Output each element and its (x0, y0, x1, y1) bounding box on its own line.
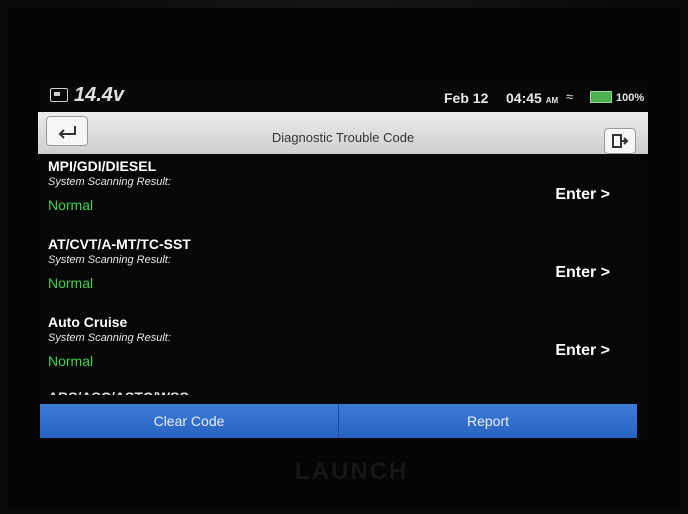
list-item[interactable]: AT/CVT/A-MT/TC-SST System Scanning Resul… (38, 232, 648, 308)
status-time: 04:45 AM (506, 90, 559, 106)
vci-icon (50, 88, 68, 102)
title-bar: Diagnostic Trouble Code (38, 112, 648, 154)
partial-list-item[interactable]: ABS/ASC/ASTC/WSS (48, 389, 189, 395)
status-text: Normal (48, 275, 94, 291)
scan-result-label: System Scanning Result: (48, 176, 171, 188)
enter-button[interactable]: Enter > (555, 342, 610, 360)
battery-icon (590, 91, 612, 103)
list-item[interactable]: Auto Cruise System Scanning Result: Norm… (38, 310, 648, 386)
system-name: Auto Cruise (48, 314, 128, 330)
status-text: Normal (48, 197, 94, 213)
status-bar: 14.4v Feb 12 04:45 AM ≈ 100% (38, 82, 648, 112)
device-screen: 14.4v Feb 12 04:45 AM ≈ 100% Diagnostic … (38, 82, 648, 442)
list-item[interactable]: MPI/GDI/DIESEL System Scanning Result: N… (38, 154, 648, 230)
system-name: MPI/GDI/DIESEL (48, 158, 157, 174)
battery-percent: 100% (616, 92, 645, 104)
voltage-reading: 14.4v (74, 84, 125, 106)
exit-button[interactable] (604, 128, 636, 154)
action-bar: Clear Code Report (40, 404, 637, 438)
status-text: Normal (48, 353, 94, 369)
system-list: MPI/GDI/DIESEL System Scanning Result: N… (38, 154, 648, 395)
photo-background: 14.4v Feb 12 04:45 AM ≈ 100% Diagnostic … (0, 0, 688, 514)
page-title: Diagnostic Trouble Code (271, 130, 415, 145)
enter-button[interactable]: Enter > (555, 186, 610, 204)
report-button[interactable]: Report (339, 404, 637, 438)
scan-result-label: System Scanning Result: (48, 332, 171, 344)
status-date: Feb 12 (444, 90, 489, 106)
launch-logo: LAUNCH (295, 458, 409, 485)
enter-button[interactable]: Enter > (555, 264, 610, 282)
scan-result-label: System Scanning Result: (48, 254, 171, 266)
system-name: AT/CVT/A-MT/TC-SST (48, 236, 191, 252)
exit-icon (612, 134, 629, 148)
clear-code-button[interactable]: Clear Code (40, 404, 339, 438)
wifi-icon: ≈ (566, 89, 574, 104)
